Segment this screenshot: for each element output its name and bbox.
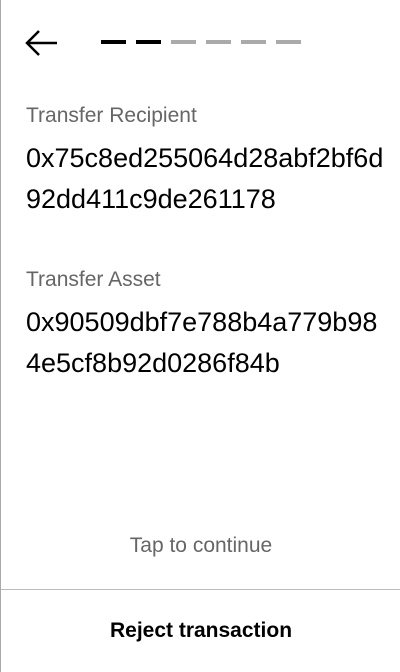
- recipient-value: 0x75c8ed255064d28abf2bf6d92dd411c9de2611…: [26, 143, 384, 214]
- progress-step: [276, 40, 301, 44]
- back-button[interactable]: [25, 28, 59, 60]
- progress-step: [101, 40, 126, 44]
- progress-step: [206, 40, 231, 44]
- arrow-left-icon: [25, 30, 57, 56]
- progress-step: [241, 40, 266, 44]
- reject-transaction-button[interactable]: Reject transaction: [1, 590, 400, 672]
- progress-steps: [101, 40, 301, 44]
- progress-step: [171, 40, 196, 44]
- asset-label: Transfer Asset: [26, 268, 161, 291]
- asset-value: 0x90509dbf7e788b4a779b984e5cf8b92d0286f8…: [26, 307, 378, 378]
- progress-step: [136, 40, 161, 44]
- recipient-label: Transfer Recipient: [26, 104, 197, 127]
- tap-to-continue[interactable]: Tap to continue: [1, 534, 400, 558]
